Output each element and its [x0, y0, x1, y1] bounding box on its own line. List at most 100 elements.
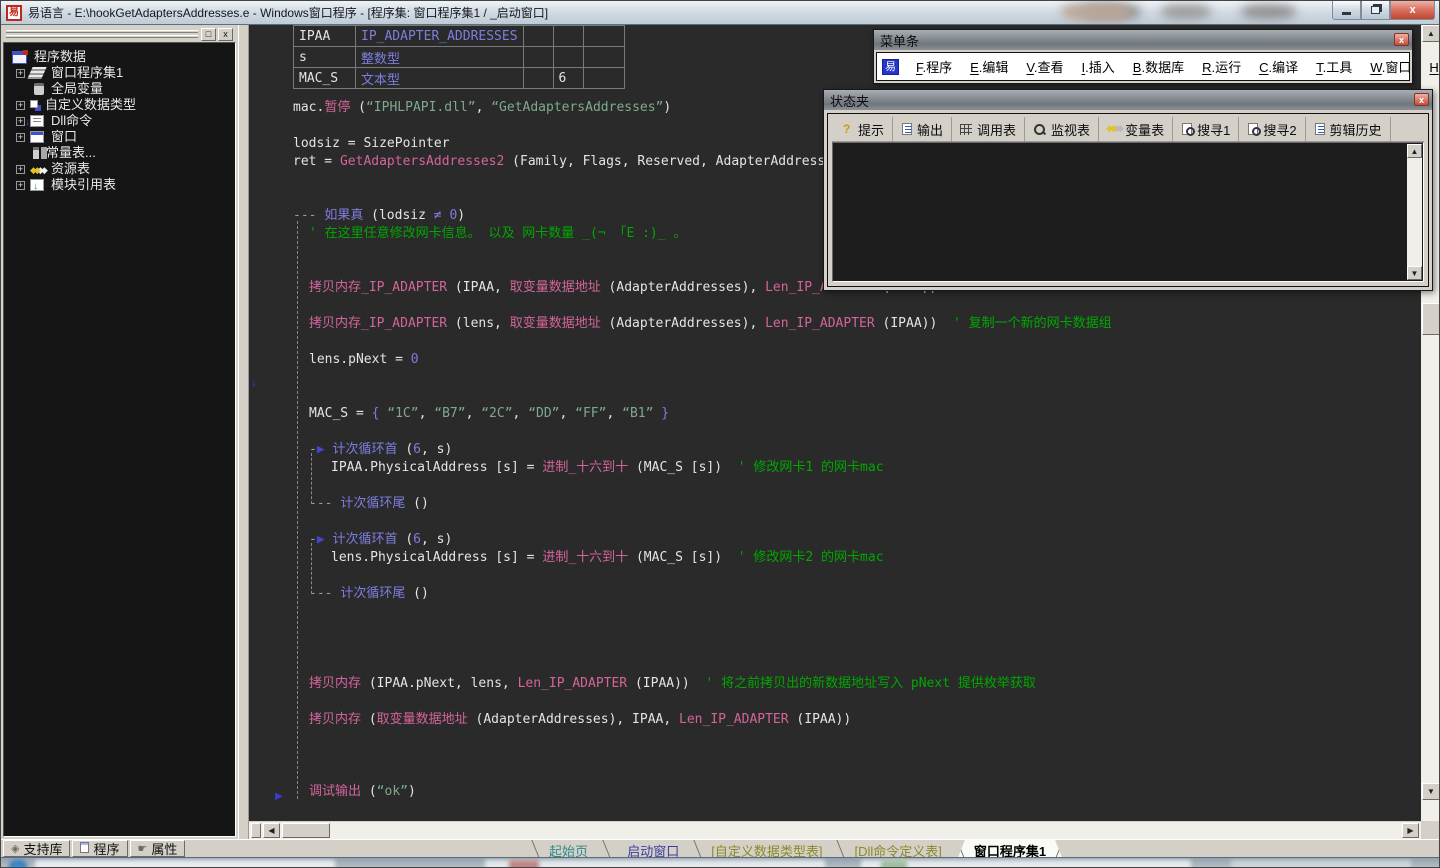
output-content-area[interactable]: ▲ ▼	[832, 142, 1424, 282]
variable-cell[interactable]: IPAA	[294, 26, 356, 47]
tree-item[interactable]: +自定义数据类型	[10, 97, 235, 113]
tree-item[interactable]: +资源表	[10, 161, 235, 177]
status-tab[interactable]: 剪辑历史	[1306, 117, 1391, 141]
taskbar-item[interactable]	[35, 860, 335, 868]
close-button[interactable]: x	[1390, 1, 1435, 20]
sidebar-float-button[interactable]: □	[201, 28, 216, 41]
tree-item[interactable]: +Dll命令	[10, 113, 235, 129]
menu-item-r[interactable]: R.运行	[1202, 57, 1241, 76]
menu-item-t[interactable]: T.工具	[1316, 57, 1352, 76]
code-blank-line[interactable]	[289, 333, 1419, 351]
variable-cell[interactable]: MAC_S	[294, 68, 356, 89]
code-blank-line[interactable]	[289, 297, 1419, 315]
taskbar-item[interactable]	[861, 860, 1191, 868]
expand-plus-icon[interactable]: +	[16, 165, 25, 174]
expand-plus-icon[interactable]: +	[16, 69, 25, 78]
code-line[interactable]: -▶ 计次循环首 (6, s)	[289, 531, 1419, 549]
code-line[interactable]: lens.PhysicalAddress [s] = 进制_十六到十 (MAC_…	[289, 549, 1419, 567]
sidebar-grip[interactable]	[6, 35, 198, 38]
menu-item-c[interactable]: C.编译	[1259, 57, 1298, 76]
code-blank-line[interactable]	[289, 765, 1419, 783]
minimize-button[interactable]	[1332, 1, 1361, 20]
code-blank-line[interactable]	[289, 369, 1419, 387]
menu-item-i[interactable]: I.插入	[1082, 57, 1115, 76]
code-blank-line[interactable]	[289, 729, 1419, 747]
code-blank-line[interactable]	[289, 513, 1419, 531]
scroll-right-button[interactable]: ▶	[1402, 823, 1419, 838]
status-tab[interactable]: 监视表	[1025, 117, 1099, 141]
variable-cell[interactable]	[553, 47, 583, 68]
expand-plus-icon[interactable]: +	[16, 101, 25, 110]
taskbar-tray[interactable]	[1231, 860, 1411, 868]
code-blank-line[interactable]	[289, 747, 1419, 765]
code-line[interactable]: -▶ 计次循环首 (6, s)	[289, 441, 1419, 459]
variable-cell[interactable]	[583, 47, 624, 68]
code-line[interactable]: IPAA.PhysicalAddress [s] = 进制_十六到十 (MAC_…	[289, 459, 1419, 477]
menu-window-titlebar[interactable]: 菜单条 x	[874, 30, 1412, 50]
scroll-up-button[interactable]: ▲	[1407, 144, 1422, 158]
tree-item[interactable]: 全局变量	[10, 81, 235, 97]
code-blank-line[interactable]	[289, 423, 1419, 441]
status-tab[interactable]: 调用表	[952, 117, 1025, 141]
status-tab[interactable]: 搜寻1	[1173, 117, 1239, 141]
tree-item[interactable]: +模块引用表	[10, 177, 235, 193]
variable-cell[interactable]	[553, 26, 583, 47]
hscroll-grip[interactable]	[251, 823, 261, 838]
status-tab[interactable]: 提示	[832, 117, 893, 141]
document-tab[interactable]: [自定义数据类型表]	[695, 840, 838, 858]
code-blank-line[interactable]	[289, 477, 1419, 495]
scroll-up-button[interactable]: ▲	[1422, 25, 1440, 42]
tree-item[interactable]: 常量表...	[10, 145, 235, 161]
tool-tab-support-lib[interactable]: ◈支持库	[3, 840, 70, 857]
document-tab[interactable]: 起始页	[533, 840, 604, 858]
status-tab[interactable]: 变量表	[1099, 117, 1173, 141]
tree-root[interactable]: 程序数据	[10, 49, 235, 65]
sidebar-grip[interactable]	[6, 30, 198, 33]
variable-cell[interactable]	[523, 47, 553, 68]
code-blank-line[interactable]	[289, 567, 1419, 585]
variable-cell[interactable]: 6	[553, 68, 583, 89]
code-line[interactable]: MAC_S = { “1C”, “B7”, “2C”, “DD”, “FF”, …	[289, 405, 1419, 423]
tool-tab-program[interactable]: 程序	[72, 840, 127, 857]
code-blank-line[interactable]	[289, 603, 1419, 621]
status-tab[interactable]: 输出	[893, 117, 952, 141]
status-window-titlebar[interactable]: 状态夹 x	[824, 90, 1432, 110]
horizontal-scrollbar[interactable]: ◀ ▶	[249, 821, 1421, 839]
code-line[interactable]: 调试输出 (“ok”)	[289, 783, 1419, 801]
code-line[interactable]: lens.pNext = 0	[289, 351, 1419, 369]
menu-item-e[interactable]: E.编辑	[970, 57, 1008, 76]
document-tab[interactable]: [Dll命令定义表]	[838, 840, 957, 858]
variable-cell[interactable]: IP_ADAPTER_ADDRESSES	[356, 26, 524, 47]
code-blank-line[interactable]	[289, 639, 1419, 657]
variable-cell[interactable]: s	[294, 47, 356, 68]
menu-item-h[interactable]: H.帮助	[1429, 57, 1440, 76]
code-blank-line[interactable]	[289, 657, 1419, 675]
document-tab[interactable]: _启动窗口	[604, 840, 695, 858]
vertical-scroll-thumb[interactable]	[1422, 303, 1440, 335]
code-line[interactable]: 拷贝内存_IP_ADAPTER (lens, 取变量数据地址 (AdapterA…	[289, 315, 1419, 333]
status-window-close-icon[interactable]: x	[1414, 93, 1429, 106]
horizontal-scroll-thumb[interactable]	[282, 823, 330, 838]
code-line[interactable]: --- 计次循环尾 ()	[289, 495, 1419, 513]
variable-cell[interactable]	[583, 26, 624, 47]
variable-cell[interactable]: 文本型	[356, 68, 524, 89]
scroll-down-button[interactable]: ▼	[1407, 266, 1422, 280]
variable-cell[interactable]	[523, 68, 553, 89]
scroll-left-button[interactable]: ◀	[263, 823, 280, 838]
panel-splitter[interactable]	[238, 25, 249, 839]
menu-item-b[interactable]: B.数据库	[1133, 57, 1184, 76]
sidebar-close-button[interactable]: x	[218, 28, 233, 41]
menu-item-f[interactable]: F.程序	[916, 57, 952, 76]
status-vertical-scrollbar[interactable]: ▲ ▼	[1407, 144, 1422, 280]
code-line[interactable]: --- 计次循环尾 ()	[289, 585, 1419, 603]
variable-cell[interactable]	[583, 68, 624, 89]
expand-plus-icon[interactable]: +	[16, 117, 25, 126]
menu-window-close-icon[interactable]: x	[1394, 33, 1409, 46]
tool-tab-properties[interactable]: ☛属性	[130, 840, 186, 857]
variable-cell[interactable]: 整数型	[356, 47, 524, 68]
status-tab[interactable]: 搜寻2	[1239, 117, 1305, 141]
scroll-down-button[interactable]: ▼	[1422, 783, 1440, 800]
expand-plus-icon[interactable]: +	[16, 181, 25, 190]
code-line[interactable]: 拷贝内存 (取变量数据地址 (AdapterAddresses), IPAA, …	[289, 711, 1419, 729]
tree-item[interactable]: +窗口程序集1	[10, 65, 235, 81]
